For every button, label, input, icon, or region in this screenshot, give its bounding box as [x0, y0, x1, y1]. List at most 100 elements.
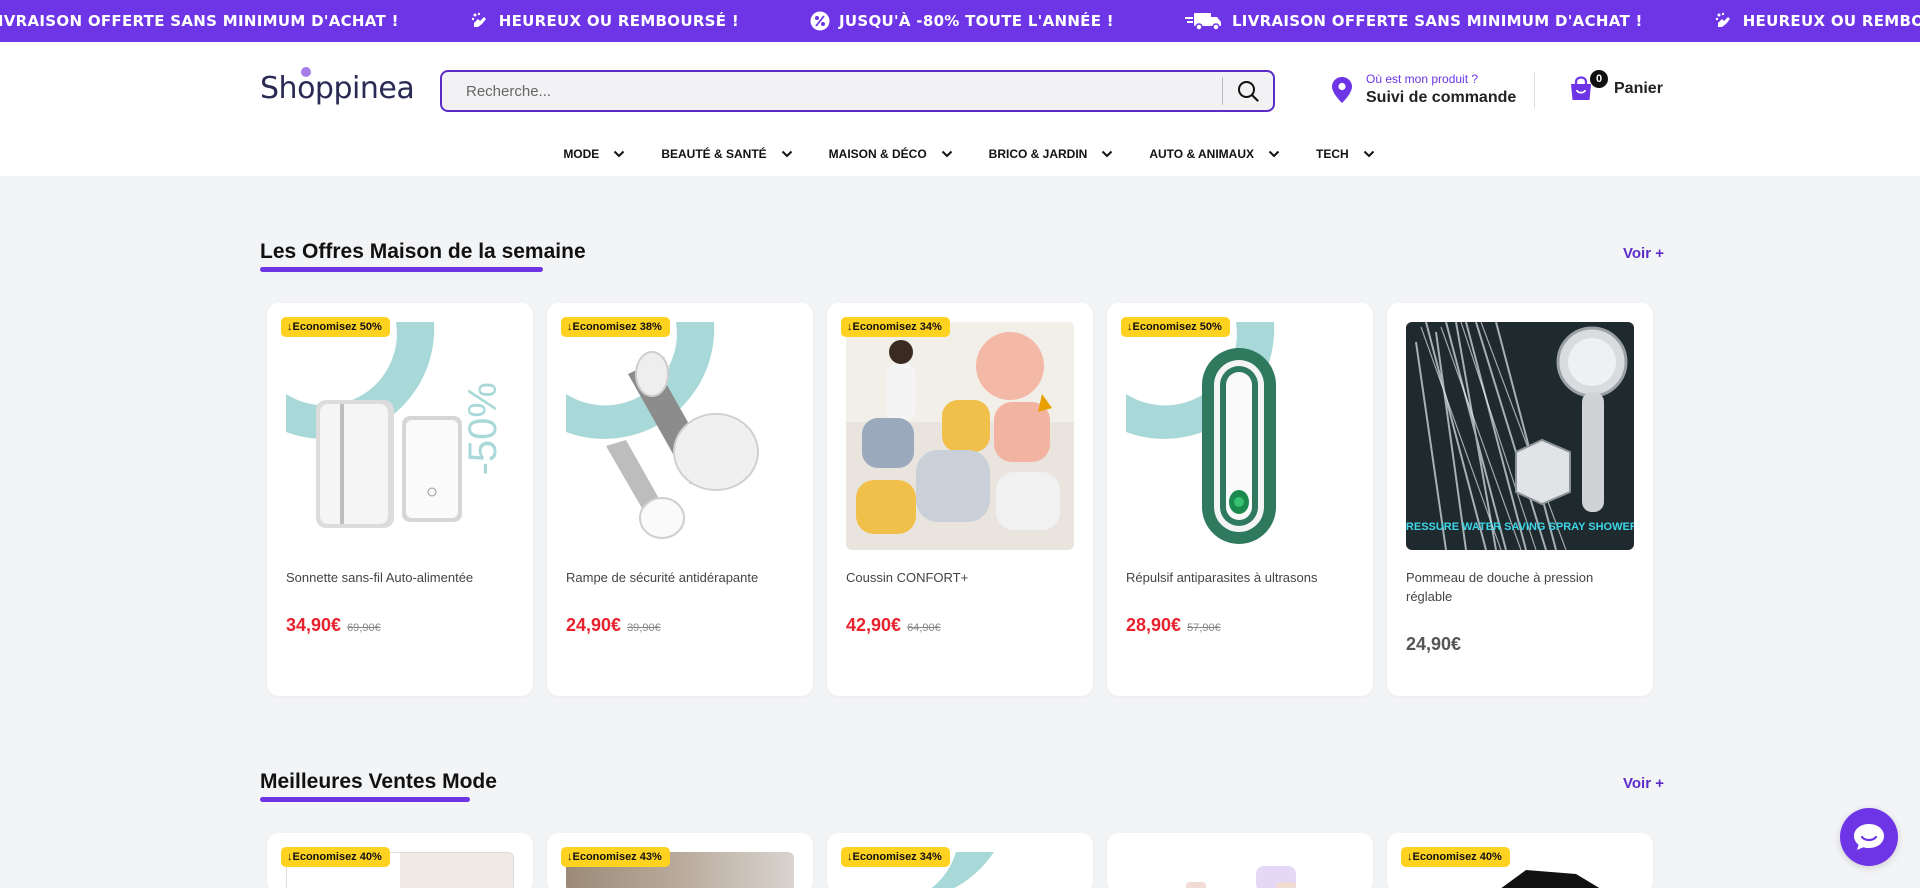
truck-icon: [1184, 10, 1224, 32]
announcement-text: LIVRAISON OFFERTE SANS MINIMUM D'ACHAT !: [1231, 12, 1643, 30]
logo-text-start: Sh: [260, 70, 298, 106]
nav-label: BRICO & JARDIN: [988, 147, 1088, 161]
discount-badge: ↓ Economisez 38%: [561, 317, 670, 337]
product-image: [1126, 322, 1354, 550]
chevron-down-icon: [1363, 150, 1374, 158]
nav-label: BEAUTÉ & SANTÉ: [661, 147, 767, 161]
cart-label: Panier: [1614, 80, 1663, 97]
discount-badge: ↓ Economisez 34%: [841, 317, 950, 337]
tracking-subtitle: Où est mon produit ?: [1366, 72, 1479, 86]
tracking-text: Où est mon produit ? Suivi de commande: [1366, 72, 1516, 107]
product-old-price: 39,90€: [627, 622, 661, 634]
announcement-text: HEUREUX OU REMBOURSÉ !: [498, 12, 739, 30]
percent-icon: [809, 10, 831, 32]
hand-sparkle-icon: [469, 10, 491, 32]
tracking-title: Suivi de commande: [1366, 89, 1517, 106]
logo-text-end: ppinea: [314, 70, 415, 106]
product-image: [1126, 852, 1354, 888]
nav-item-brico-jardin[interactable]: BRICO & JARDIN: [989, 147, 1114, 161]
product-price: 34,90€: [286, 615, 342, 635]
site-logo[interactable]: Sh o ppinea: [260, 66, 415, 108]
cart-button[interactable]: 0 Panier: [1568, 70, 1663, 102]
discount-badge-text: Economisez 43%: [572, 851, 662, 863]
product-name: Sonnette sans-fil Auto-alimentée: [286, 570, 474, 585]
announcement-track: LIVRAISON OFFERTE SANS MINIMUM D'ACHAT !…: [0, 0, 1920, 42]
section-title: Meilleures Ventes Mode: [260, 770, 497, 793]
hand-sparkle-icon: [1713, 10, 1735, 32]
cart-count-badge: 0: [1590, 70, 1608, 88]
search-input[interactable]: [442, 72, 1222, 110]
announcement-item: HEUREUX OU REMBOURSÉ !: [1713, 10, 1920, 32]
product-card[interactable]: ↓ Economisez 38% Rampe de sécurité antidé…: [547, 303, 813, 696]
search-button[interactable]: [1223, 72, 1273, 110]
search-bar: [440, 70, 1275, 112]
discount-badge-text: Economisez 40%: [292, 851, 382, 863]
product-image: HIGH PRESSURE WATER SAVING SPRAY SHOWER …: [1406, 322, 1634, 550]
discount-badge: ↓ Economisez 40%: [281, 847, 390, 867]
product-card[interactable]: ↓ Economisez 40%: [267, 833, 533, 888]
announcement-item: HEUREUX OU REMBOURSÉ !: [469, 10, 739, 32]
product-card[interactable]: ↓ Economisez 43%: [547, 833, 813, 888]
nav-item-mode[interactable]: MODE: [563, 147, 625, 161]
announcement-bar: LIVRAISON OFFERTE SANS MINIMUM D'ACHAT !…: [0, 0, 1920, 42]
discount-badge-text: Economisez 40%: [1412, 851, 1502, 863]
chevron-down-icon: [1102, 150, 1113, 158]
chat-button[interactable]: [1840, 808, 1898, 866]
price-row: 34,90€ 69,90€: [286, 615, 381, 636]
product-image: [566, 322, 794, 550]
chevron-down-icon: [781, 150, 792, 158]
nav-item-tech[interactable]: TECH: [1316, 147, 1375, 161]
product-card[interactable]: ↓ Economisez 40%: [1387, 833, 1653, 888]
nav-item-auto-animaux[interactable]: AUTO & ANIMAUX: [1149, 147, 1280, 161]
announcement-text: HEUREUX OU REMBOURSÉ !: [1742, 12, 1920, 30]
nav-label: MAISON & DÉCO: [828, 147, 927, 161]
product-old-price: 57,90€: [1187, 622, 1221, 634]
product-card[interactable]: ↓ Economisez 50% -50% Sonnette sans-fil A…: [267, 303, 533, 696]
product-card[interactable]: ↓ Economisez 50% Répulsif antiparasites à…: [1107, 303, 1373, 696]
price-row: 28,90€ 57,90€: [1126, 615, 1221, 636]
image-overlay-text: -50%: [461, 382, 505, 475]
discount-badge: ↓ Economisez 50%: [1121, 317, 1230, 337]
price-row: 24,90€ 39,90€: [566, 615, 661, 636]
discount-badge: ↓ Economisez 40%: [1401, 847, 1510, 867]
chat-bubble-icon: [1854, 824, 1884, 850]
product-name: Rampe de sécurité antidérapante: [566, 570, 759, 585]
product-price: 24,90€: [1406, 634, 1462, 654]
discount-badge-text: Economisez 38%: [572, 321, 662, 333]
announcement-text: LIVRAISON OFFERTE SANS MINIMUM D'ACHAT !: [0, 12, 399, 30]
announcement-text: JUSQU'À -80% TOUTE L'ANNÉE !: [838, 12, 1114, 30]
order-tracking-link[interactable]: Où est mon produit ? Suivi de commande: [1332, 72, 1516, 107]
announcement-item: JUSQU'À -80% TOUTE L'ANNÉE !: [809, 10, 1114, 32]
product-name: Répulsif antiparasites à ultrasons: [1126, 570, 1318, 585]
product-image: [846, 322, 1074, 550]
product-name: Pommeau de douche à pression réglable: [1406, 570, 1594, 604]
product-price: 42,90€: [846, 615, 902, 635]
product-name: Coussin CONFORT+: [846, 570, 969, 585]
site-header: Shoppinea Où est mon produit ? Suivi de …: [0, 42, 1920, 176]
product-price: 28,90€: [1126, 615, 1182, 635]
discount-badge: ↓ Economisez 34%: [841, 847, 950, 867]
section-title-underline: [260, 797, 470, 802]
chevron-down-icon: [614, 150, 625, 158]
logo-text-o: o: [297, 66, 315, 106]
see-more-link[interactable]: Voir +: [1623, 775, 1664, 792]
search-icon: [1238, 81, 1259, 102]
product-image: -50%: [286, 322, 514, 550]
product-card[interactable]: ↓ Economisez 34% Coussin CONFORT+ 42,90€ …: [827, 303, 1093, 696]
section-title: Les Offres Maison de la semaine: [260, 240, 586, 263]
price-row: 24,90€: [1406, 634, 1461, 655]
product-old-price: 69,90€: [347, 622, 381, 634]
header-divider: [1534, 72, 1535, 108]
see-more-link[interactable]: Voir +: [1623, 245, 1664, 262]
chevron-down-icon: [1268, 150, 1280, 158]
nav-item-maison-deco[interactable]: MAISON & DÉCO: [829, 147, 953, 161]
product-card[interactable]: HIGH PRESSURE WATER SAVING SPRAY SHOWER …: [1387, 303, 1653, 696]
product-card[interactable]: [1107, 833, 1373, 888]
price-row: 42,90€ 64,90€: [846, 615, 941, 636]
product-card[interactable]: ↓ Economisez 34%: [827, 833, 1093, 888]
nav-label: MODE: [563, 147, 600, 161]
discount-badge-text: Economisez 34%: [852, 851, 942, 863]
section-title-underline: [260, 267, 543, 272]
discount-badge: ↓ Economisez 43%: [561, 847, 670, 867]
nav-item-beaute-sante[interactable]: BEAUTÉ & SANTÉ: [661, 147, 792, 161]
